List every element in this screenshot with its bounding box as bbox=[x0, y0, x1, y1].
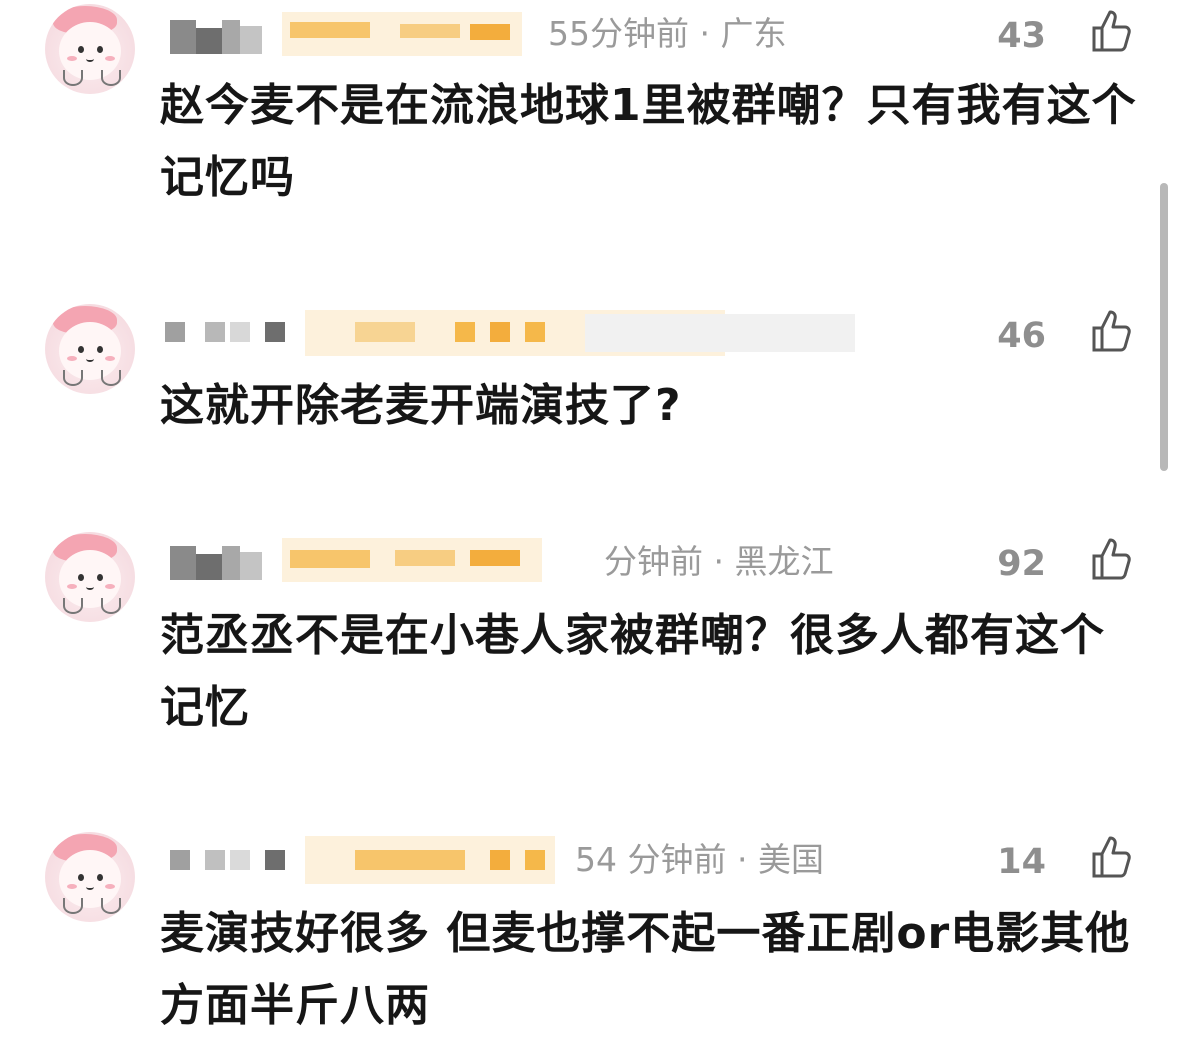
thumbs-up-icon[interactable] bbox=[1088, 536, 1134, 582]
comment-text: 这就开除老麦开端演技了? bbox=[160, 380, 682, 431]
like-count: 14 bbox=[997, 842, 1046, 882]
username-redacted[interactable] bbox=[165, 310, 865, 360]
username-redacted[interactable] bbox=[165, 836, 565, 886]
avatar[interactable] bbox=[45, 304, 135, 394]
like-count: 92 bbox=[997, 544, 1046, 584]
avatar[interactable] bbox=[45, 4, 135, 94]
comment-meta: 54 分钟前 · 美国 bbox=[575, 840, 824, 879]
like-count: 46 bbox=[997, 316, 1046, 356]
scrollbar[interactable] bbox=[1160, 183, 1168, 471]
username-redacted[interactable] bbox=[170, 538, 550, 582]
avatar[interactable] bbox=[45, 532, 135, 622]
comment-text: 麦演技好很多 但麦也撑不起一番正剧or电影其他方面半斤八两 bbox=[160, 908, 1131, 1031]
thumbs-up-icon[interactable] bbox=[1088, 834, 1134, 880]
thumbs-up-icon[interactable] bbox=[1088, 308, 1134, 354]
username-redacted[interactable] bbox=[170, 12, 530, 56]
comment-text: 赵今麦不是在流浪地球1里被群嘲？只有我有这个记忆吗 bbox=[160, 80, 1137, 203]
comment-meta: 55分钟前 · 广东 bbox=[548, 14, 787, 53]
avatar[interactable] bbox=[45, 832, 135, 922]
comment-text: 范丞丞不是在小巷人家被群嘲？很多人都有这个记忆 bbox=[160, 610, 1105, 733]
like-count: 43 bbox=[997, 16, 1046, 56]
thumbs-up-icon[interactable] bbox=[1088, 8, 1134, 54]
comment-meta: 分钟前 · 黑龙江 bbox=[604, 542, 834, 581]
